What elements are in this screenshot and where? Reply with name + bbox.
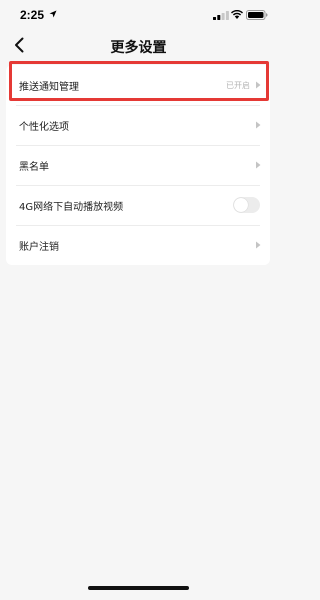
- cellular-signal-icon: [213, 11, 229, 20]
- nav-bar: 更多设置: [0, 30, 277, 60]
- autoplay-toggle[interactable]: [233, 197, 260, 213]
- settings-item-label: 推送通知管理: [19, 81, 79, 93]
- settings-item-push-notifications[interactable]: 推送通知管理 已开启: [6, 65, 270, 105]
- location-arrow-icon: [49, 10, 57, 18]
- settings-item-label: 4G网络下自动播放视频: [19, 201, 124, 213]
- chevron-right-icon: [256, 81, 261, 89]
- settings-list: 推送通知管理 已开启 个性化选项 黑名单 4G网络下自动播放视频 账户注销: [6, 65, 270, 265]
- settings-item-personalization[interactable]: 个性化选项: [6, 105, 270, 145]
- settings-item-account-deletion[interactable]: 账户注销: [6, 225, 270, 265]
- status-bar: 2:25: [0, 0, 277, 30]
- chevron-right-icon: [256, 241, 261, 249]
- status-time: 2:25: [20, 8, 45, 22]
- battery-icon: [246, 10, 268, 20]
- settings-item-label: 账户注销: [19, 241, 59, 253]
- chevron-right-icon: [256, 121, 261, 129]
- settings-item-label: 黑名单: [19, 161, 49, 173]
- status-value: 已开启: [226, 80, 250, 90]
- wifi-icon: [231, 10, 243, 19]
- settings-item-label: 个性化选项: [19, 121, 69, 133]
- page-title: 更多设置: [110, 40, 167, 56]
- home-indicator: [88, 586, 189, 590]
- settings-item-autoplay-4g: 4G网络下自动播放视频: [6, 185, 270, 225]
- toggle-knob: [234, 198, 248, 212]
- chevron-right-icon: [256, 161, 261, 169]
- settings-item-blacklist[interactable]: 黑名单: [6, 145, 270, 185]
